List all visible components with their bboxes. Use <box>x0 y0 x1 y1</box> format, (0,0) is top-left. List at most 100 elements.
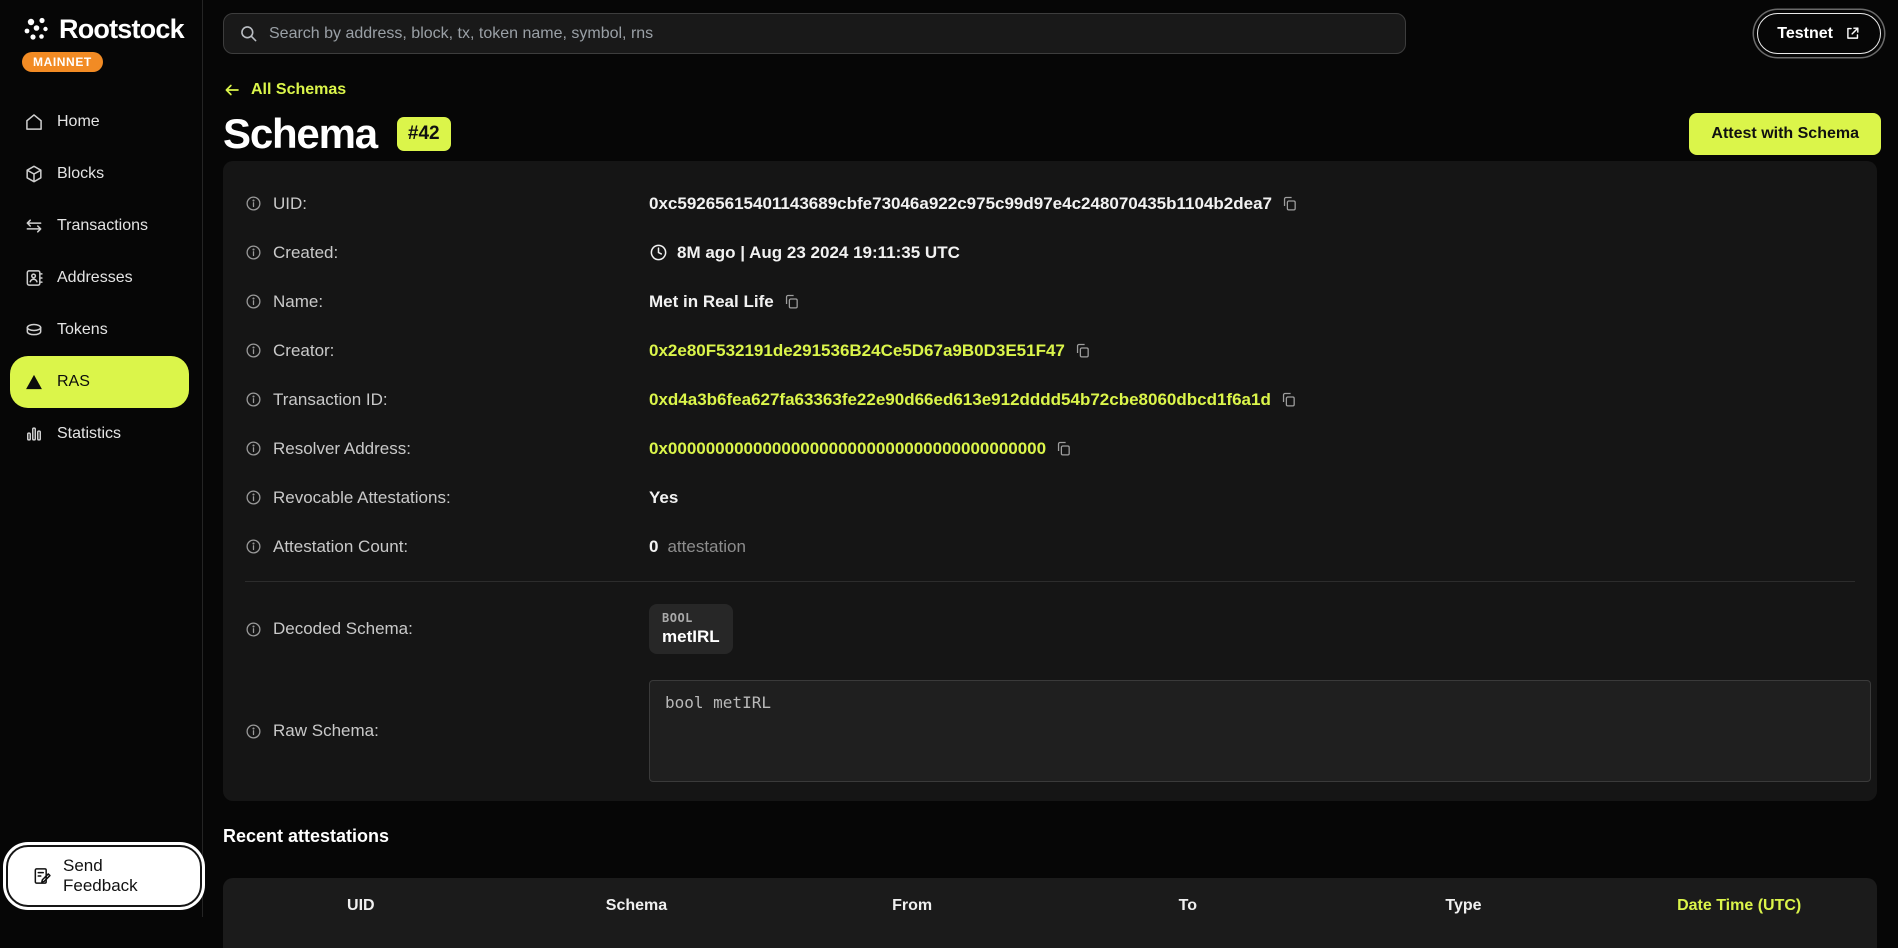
raw-schema-textarea[interactable]: bool metIRL <box>649 680 1871 782</box>
sidebar-item-ras[interactable]: RAS <box>10 356 189 408</box>
external-link-icon <box>1844 25 1861 42</box>
recent-attestations-title: Recent attestations <box>223 826 389 847</box>
detail-row-resolver-address: Resolver Address: 0x00000000000000000000… <box>223 424 1877 473</box>
info-icon[interactable] <box>245 621 262 638</box>
sidebar-item-blocks[interactable]: Blocks <box>0 148 202 200</box>
card-divider <box>245 581 1855 582</box>
info-icon[interactable] <box>245 195 262 212</box>
decoded-schema-field: metIRL <box>662 627 720 647</box>
sidebar-nav: Home Blocks Transactions Addresses Token… <box>0 96 202 460</box>
sidebar-item-label: Home <box>57 113 100 131</box>
sidebar: Rootstock MAINNET Home Blocks Transactio… <box>0 0 203 917</box>
search-bar[interactable] <box>223 13 1406 54</box>
sidebar-item-transactions[interactable]: Transactions <box>0 200 202 252</box>
feedback-label: Send Feedback <box>63 856 176 896</box>
column-header-datetime: Date Time (UTC) <box>1601 897 1877 929</box>
sidebar-item-label: Transactions <box>57 217 148 235</box>
uid-value: 0xc59265615401143689cbfe73046a922c975c99… <box>649 194 1272 214</box>
search-icon <box>239 24 258 43</box>
schema-number-badge: #42 <box>397 117 451 151</box>
decoded-schema-type: BOOL <box>662 611 720 625</box>
transfer-arrows-icon <box>24 216 44 236</box>
sidebar-item-label: Blocks <box>57 165 104 183</box>
sidebar-item-tokens[interactable]: Tokens <box>0 304 202 356</box>
detail-row-revocable: Revocable Attestations: Yes <box>223 473 1877 522</box>
testnet-switch-button[interactable]: Testnet <box>1757 13 1881 54</box>
resolver-address-link[interactable]: 0x00000000000000000000000000000000000000… <box>649 439 1046 459</box>
revocable-value: Yes <box>649 488 678 508</box>
detail-label: Transaction ID: <box>273 390 388 410</box>
cube-icon <box>24 164 44 184</box>
detail-label: Revocable Attestations: <box>273 488 451 508</box>
network-badge[interactable]: MAINNET <box>22 52 103 72</box>
decoded-schema-chip: BOOL metIRL <box>649 604 733 654</box>
column-header-schema: Schema <box>499 897 775 929</box>
sidebar-item-home[interactable]: Home <box>0 96 202 148</box>
column-header-from: From <box>774 897 1050 929</box>
info-icon[interactable] <box>245 342 262 359</box>
sidebar-item-label: Statistics <box>57 425 121 443</box>
copy-icon[interactable] <box>783 293 800 310</box>
detail-row-attestation-count: Attestation Count: 0 attestation <box>223 522 1877 571</box>
copy-icon[interactable] <box>1055 440 1072 457</box>
detail-label: UID: <box>273 194 307 214</box>
detail-row-transaction-id: Transaction ID: 0xd4a3b6fea627fa63363fe2… <box>223 375 1877 424</box>
coin-icon <box>24 320 44 340</box>
brand-logo[interactable]: Rootstock <box>0 0 202 45</box>
schema-name-value: Met in Real Life <box>649 292 774 312</box>
sidebar-item-addresses[interactable]: Addresses <box>0 252 202 304</box>
transaction-id-link[interactable]: 0xd4a3b6fea627fa63363fe22e90d66ed613e912… <box>649 390 1271 410</box>
top-bar: Testnet <box>204 0 1898 66</box>
copy-icon[interactable] <box>1280 391 1297 408</box>
column-header-to: To <box>1050 897 1326 929</box>
attestations-table-header: UID Schema From To Type Date Time (UTC) <box>223 878 1877 948</box>
info-icon[interactable] <box>245 538 262 555</box>
main-content: All Schemas Schema #42 Attest with Schem… <box>204 66 1898 917</box>
back-link-label: All Schemas <box>251 81 346 99</box>
creator-address-link[interactable]: 0x2e80F532191de291536B24Ce5D67a9B0D3E51F… <box>649 341 1065 361</box>
sidebar-item-label: Tokens <box>57 321 108 339</box>
column-header-type: Type <box>1326 897 1602 929</box>
info-icon[interactable] <box>245 391 262 408</box>
detail-row-creator: Creator: 0x2e80F532191de291536B24Ce5D67a… <box>223 326 1877 375</box>
arrow-left-icon <box>223 81 241 99</box>
page-header: Schema #42 Attest with Schema <box>223 108 1881 160</box>
detail-label: Attestation Count: <box>273 537 408 557</box>
detail-row-created: Created: 8M ago | Aug 23 2024 19:11:35 U… <box>223 228 1877 277</box>
info-icon[interactable] <box>245 723 262 740</box>
clock-icon <box>649 243 668 262</box>
info-icon[interactable] <box>245 293 262 310</box>
rootstock-logo-icon <box>22 15 52 45</box>
sidebar-item-label: RAS <box>57 373 90 391</box>
detail-row-uid: UID: 0xc59265615401143689cbfe73046a922c9… <box>223 179 1877 228</box>
page-title: Schema <box>223 110 377 158</box>
info-icon[interactable] <box>245 244 262 261</box>
brand-name: Rootstock <box>59 14 184 45</box>
copy-icon[interactable] <box>1281 195 1298 212</box>
detail-label: Raw Schema: <box>273 721 379 741</box>
send-feedback-button[interactable]: Send Feedback <box>6 845 202 907</box>
copy-icon[interactable] <box>1074 342 1091 359</box>
info-icon[interactable] <box>245 440 262 457</box>
info-icon[interactable] <box>245 489 262 506</box>
detail-row-raw-schema: Raw Schema: bool metIRL <box>223 666 1877 796</box>
detail-label: Resolver Address: <box>273 439 411 459</box>
home-icon <box>24 112 44 132</box>
detail-label: Created: <box>273 243 338 263</box>
search-input[interactable] <box>269 25 1390 43</box>
address-book-icon <box>24 268 44 288</box>
attestation-count-value: 0 <box>649 537 658 557</box>
attestation-triangle-icon <box>24 372 44 392</box>
detail-label: Creator: <box>273 341 334 361</box>
detail-label: Name: <box>273 292 323 312</box>
sidebar-item-label: Addresses <box>57 269 133 287</box>
detail-row-decoded-schema: Decoded Schema: BOOL metIRL <box>223 592 1877 666</box>
schema-details-card: UID: 0xc59265615401143689cbfe73046a922c9… <box>223 161 1877 801</box>
feedback-pencil-icon <box>32 866 52 886</box>
attestation-count-suffix: attestation <box>667 537 745 557</box>
attest-with-schema-button[interactable]: Attest with Schema <box>1689 113 1881 155</box>
sidebar-item-statistics[interactable]: Statistics <box>0 408 202 460</box>
created-value: 8M ago | Aug 23 2024 19:11:35 UTC <box>677 243 960 263</box>
testnet-label: Testnet <box>1777 25 1833 43</box>
back-to-all-schemas-link[interactable]: All Schemas <box>223 81 346 99</box>
